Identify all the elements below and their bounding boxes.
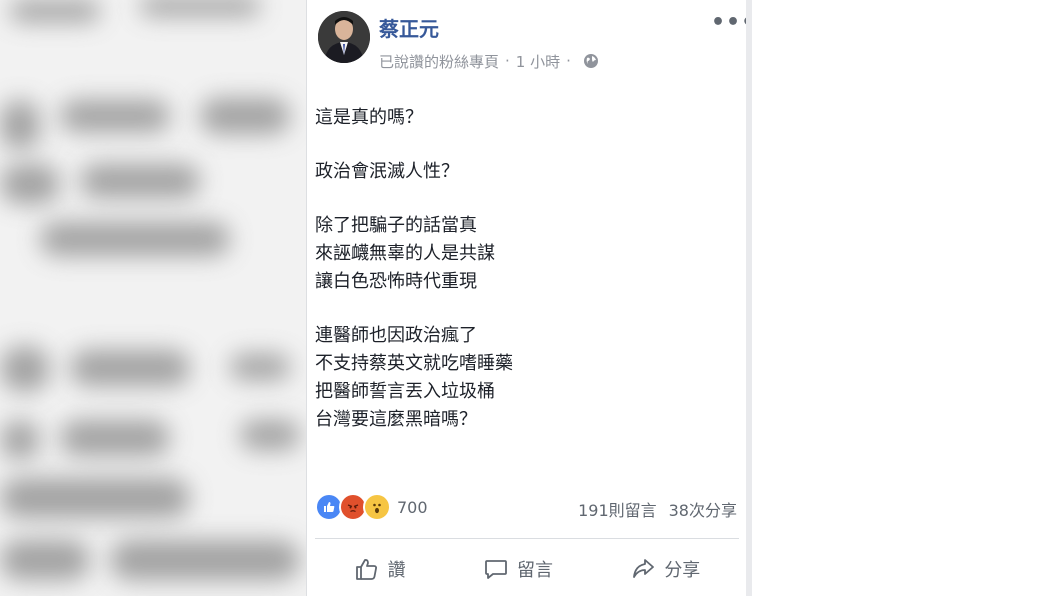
screenshot-stage: 蔡正元 已說讚的粉絲專頁 · 1 小時 · ••• 這是真的嗎？ 政治會泯滅人性… — [0, 0, 1060, 596]
thumbs-up-icon — [355, 559, 377, 580]
post-paragraph: 除了把騙子的話當真 來誣衊無辜的人是共謀 讓白色恐怖時代重現 — [315, 212, 735, 296]
post-paragraph: 連醫師也因政治瘋了 不支持蔡英文就吃嗜睡藥 把醫師誓言丟入垃圾桶 台灣要這麼黑暗… — [315, 322, 735, 434]
meta-separator: · — [566, 52, 571, 70]
share-count-link[interactable]: 38次分享 — [669, 497, 737, 521]
post-body: 這是真的嗎？ 政治會泯滅人性？ 除了把騙子的話當真 來誣衊無辜的人是共謀 讓白色… — [315, 104, 735, 460]
post-timestamp[interactable]: 1 小時 — [516, 51, 560, 72]
meta-separator: · — [505, 52, 510, 70]
scrollbar-track[interactable] — [746, 0, 752, 596]
comment-button[interactable]: 留言 — [469, 550, 567, 588]
post-line: 這是真的嗎？ — [315, 107, 423, 128]
blurred-background — [0, 0, 306, 596]
comment-bubble-icon — [485, 560, 507, 579]
share-arrow-icon — [633, 559, 655, 578]
engagement-stats: 191則留言 38次分享 — [578, 497, 737, 521]
post-line: 除了把騙子的話當真 — [315, 215, 477, 236]
post-line: 來誣衊無辜的人是共謀 — [315, 243, 495, 264]
share-label: 分享 — [664, 560, 701, 581]
share-button[interactable]: 分享 — [616, 550, 714, 588]
post-card: 蔡正元 已說讚的粉絲專頁 · 1 小時 · ••• 這是真的嗎？ 政治會泯滅人性… — [306, 0, 755, 596]
post-action-bar: 讚 留言 分享 — [315, 545, 739, 593]
post-line: 把醫師誓言丟入垃圾桶 — [315, 381, 495, 402]
post-line: 政治會泯滅人性？ — [315, 161, 459, 182]
avatar[interactable] — [318, 11, 370, 63]
comment-count-link[interactable]: 191則留言 — [578, 497, 657, 521]
post-paragraph: 政治會泯滅人性？ — [315, 158, 735, 186]
reaction-summary[interactable]: 700 — [315, 492, 428, 522]
avatar-photo-icon — [318, 11, 370, 63]
like-button[interactable]: 讚 — [340, 550, 420, 588]
post-line: 連醫師也因政治瘋了 — [315, 325, 477, 346]
divider — [315, 538, 739, 539]
page-relation-label[interactable]: 已說讚的粉絲專頁 — [379, 51, 499, 72]
post-line: 台灣要這麼黑暗嗎？ — [315, 409, 477, 430]
author-name[interactable]: 蔡正元 — [379, 13, 439, 42]
globe-icon[interactable] — [583, 53, 599, 69]
post-paragraph: 這是真的嗎？ — [315, 104, 735, 132]
post-line: 不支持蔡英文就吃嗜睡藥 — [315, 353, 513, 374]
post-meta: 已說讚的粉絲專頁 · 1 小時 · — [379, 50, 599, 72]
post-line: 讓白色恐怖時代重現 — [315, 271, 477, 292]
reaction-count: 700 — [397, 497, 428, 517]
wow-reaction-icon — [363, 493, 391, 521]
comment-label: 留言 — [516, 560, 553, 581]
like-label: 讚 — [387, 560, 406, 581]
